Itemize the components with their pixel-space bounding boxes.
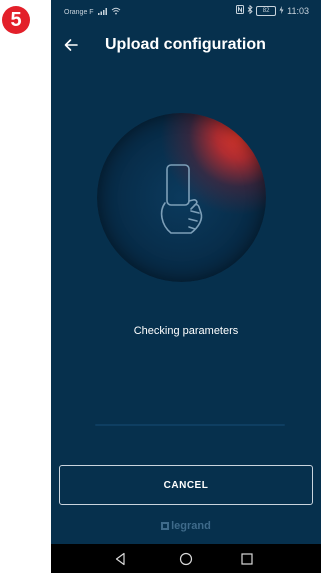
recents-nav-icon[interactable]	[239, 551, 255, 567]
step-number-badge: 5	[2, 6, 30, 34]
phone-in-hand-icon	[155, 163, 211, 239]
cancel-button[interactable]: CANCEL	[59, 465, 313, 505]
page-title: Upload configuration	[105, 36, 266, 53]
progress-bar	[95, 424, 285, 426]
upload-illustration	[97, 113, 266, 282]
status-bar: Orange F 82 11:03	[51, 0, 321, 20]
back-nav-icon[interactable]	[113, 551, 129, 567]
nfc-icon	[236, 5, 245, 16]
home-nav-icon[interactable]	[178, 551, 194, 567]
android-nav-bar	[51, 544, 321, 573]
bluetooth-icon	[247, 4, 253, 16]
brand-name: legrand	[171, 520, 211, 532]
signal-icon	[97, 7, 107, 17]
phone-screen: Orange F 82 11:03 Upload configuration C…	[51, 0, 321, 573]
arrow-left-icon[interactable]	[63, 37, 79, 53]
legrand-logo-icon	[161, 522, 170, 530]
glowing-orb	[97, 113, 266, 282]
wifi-icon	[111, 7, 121, 17]
carrier-label: Orange F	[64, 8, 94, 16]
app-header: Upload configuration	[51, 33, 321, 63]
status-left: Orange F	[64, 7, 121, 17]
charging-icon	[279, 5, 284, 16]
battery-icon: 82	[256, 5, 277, 16]
progress-status-text: Checking parameters	[133, 325, 239, 337]
brand-logo: legrand	[51, 520, 321, 532]
clock-label: 11:03	[287, 5, 309, 16]
status-right: 82 11:03	[236, 4, 309, 16]
